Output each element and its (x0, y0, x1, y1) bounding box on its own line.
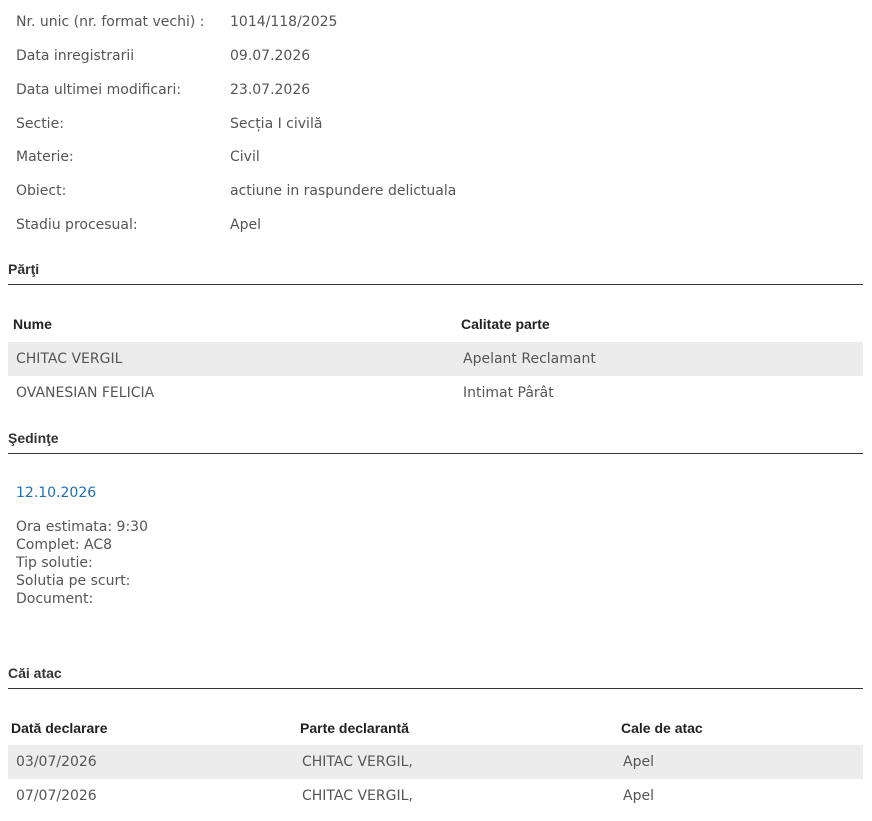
info-value: Apel (230, 217, 261, 233)
section-title-cai-atac: Căi atac (8, 664, 863, 689)
info-value: Secția I civilă (230, 116, 323, 132)
hearing-complet: Complet: AC8 (16, 537, 113, 553)
column-header-cale: Cale de atac (621, 720, 703, 736)
table-row: OVANESIAN FELICIA Intimat Pârât (8, 376, 863, 410)
appeal-party: CHITAC VERGIL, (302, 788, 413, 804)
info-label: Materie: (16, 149, 74, 165)
info-label: Obiect: (16, 183, 67, 199)
hearing-details: Ora estimata: 9:30 Complet: AC8 Tip solu… (16, 518, 148, 608)
appeal-type: Apel (623, 788, 654, 804)
table-row: 03/07/2026 CHITAC VERGIL, Apel (8, 745, 863, 779)
party-role: Intimat Pârât (463, 385, 554, 401)
appeal-party: CHITAC VERGIL, (302, 754, 413, 770)
section-title-parti: Părţi (8, 260, 863, 285)
section-title-sedinte: Şedinţe (8, 429, 863, 454)
info-value: 1014/118/2025 (230, 14, 338, 30)
info-value: 23.07.2026 (230, 82, 311, 98)
party-name: CHITAC VERGIL (16, 351, 123, 367)
appeal-date: 03/07/2026 (16, 754, 97, 770)
hearing-tip-solutie: Tip solutie: (16, 555, 93, 571)
appeal-type: Apel (623, 754, 654, 770)
table-row: 07/07/2026 CHITAC VERGIL, Apel (8, 779, 863, 813)
hearing-document: Document: (16, 591, 94, 607)
info-label: Sectie: (16, 116, 64, 132)
column-header-nume: Nume (13, 316, 52, 332)
info-label: Data ultimei modificari: (16, 82, 182, 98)
info-value: Civil (230, 149, 260, 165)
info-label: Stadiu procesual: (16, 217, 138, 233)
table-row: CHITAC VERGIL Apelant Reclamant (8, 342, 863, 376)
info-label: Data inregistrarii (16, 48, 135, 64)
info-value: 09.07.2026 (230, 48, 311, 64)
info-label: Nr. unic (nr. format vechi) : (16, 14, 205, 30)
hearing-ora: Ora estimata: 9:30 (16, 519, 148, 535)
appeal-date: 07/07/2026 (16, 788, 97, 804)
info-value: actiune in raspundere delictuala (230, 183, 457, 199)
hearing-solutia: Solutia pe scurt: (16, 573, 131, 589)
hearing-date-link[interactable]: 12.10.2026 (16, 483, 96, 503)
column-header-parte: Parte declarantă (300, 720, 409, 736)
column-header-data: Dată declarare (11, 720, 108, 736)
party-role: Apelant Reclamant (463, 351, 596, 367)
column-header-calitate: Calitate parte (461, 316, 550, 332)
party-name: OVANESIAN FELICIA (16, 385, 155, 401)
